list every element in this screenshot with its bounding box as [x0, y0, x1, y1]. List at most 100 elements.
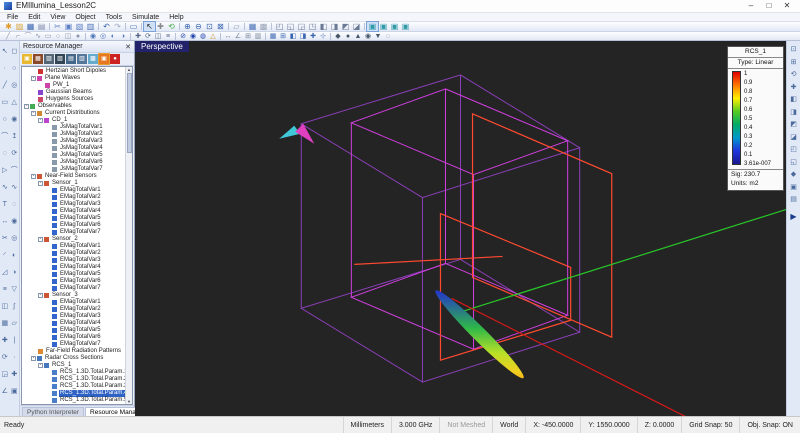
- tree-item[interactable]: EMagTotalVar5: [22, 271, 124, 278]
- tree-item[interactable]: EMagTotalVar6: [22, 222, 124, 229]
- orbit-icon[interactable]: ⟲: [166, 22, 177, 31]
- paste-icon[interactable]: ▧: [74, 22, 85, 31]
- bottom-view-icon[interactable]: ◱: [790, 157, 797, 170]
- view-bottom-icon[interactable]: ◱: [285, 22, 296, 31]
- maximize-button[interactable]: □: [760, 0, 778, 12]
- mirror-icon[interactable]: ◫: [153, 32, 163, 41]
- subtract-icon[interactable]: ◎: [10, 230, 19, 247]
- tree-item[interactable]: EMagTotalVar4: [22, 208, 124, 215]
- sketch-text-icon[interactable]: T: [0, 196, 9, 213]
- view-front-icon[interactable]: ◧: [318, 22, 329, 31]
- tree-item[interactable]: EMagTotalVar3: [22, 313, 124, 320]
- tree-item[interactable]: RCS_1.3D.Total.Param.3: [22, 383, 127, 390]
- tree-item[interactable]: JsMagTotalVar1: [22, 124, 124, 131]
- create-line-icon[interactable]: ╱: [3, 32, 13, 41]
- create-spline-icon[interactable]: ∿: [33, 32, 43, 41]
- window-layout3-icon[interactable]: ▣: [389, 22, 400, 31]
- tree-item[interactable]: - Current Distributions: [22, 110, 124, 117]
- previous-view-icon[interactable]: ▱: [231, 22, 242, 31]
- zoom-region-icon[interactable]: ⊞: [791, 57, 797, 70]
- tree-expander[interactable]: -: [38, 293, 43, 298]
- color-icon[interactable]: ●: [343, 32, 353, 41]
- scene-3d[interactable]: [135, 41, 786, 416]
- measure-icon[interactable]: ∠: [0, 383, 9, 400]
- tree-expander[interactable]: -: [31, 356, 36, 361]
- shell-icon[interactable]: ◌: [10, 196, 19, 213]
- physics-icon[interactable]: ▧: [55, 54, 65, 64]
- tree-item[interactable]: JsMagTotalVar6: [22, 159, 124, 166]
- tree-item[interactable]: JsMagTotalVar2: [22, 131, 124, 138]
- sketch-arc-icon[interactable]: ⌒: [0, 128, 9, 145]
- zoom-window-icon[interactable]: ⊡: [204, 22, 215, 31]
- mirror2-icon[interactable]: ◫: [0, 298, 9, 315]
- tree-item[interactable]: PW_1: [22, 82, 124, 89]
- scene-icon[interactable]: ▼: [373, 32, 383, 41]
- sketch-polygon-icon[interactable]: ▷: [0, 162, 9, 179]
- plane-icon[interactable]: ▱: [10, 315, 19, 332]
- pan-view-icon[interactable]: ✚: [791, 82, 797, 95]
- tree-item[interactable]: EMagTotalVar6: [22, 278, 124, 285]
- trim-icon[interactable]: ✂: [0, 230, 9, 247]
- axis-icon[interactable]: |: [10, 332, 19, 349]
- viewport[interactable]: Perspective RCS_1 Type: Linear 1 0.9 0.8…: [135, 41, 786, 416]
- view-iso2-icon[interactable]: ◪: [351, 22, 362, 31]
- tree-item[interactable]: EMagTotalVar6: [22, 334, 124, 341]
- tree-scrollbar[interactable]: ▲ ▼: [125, 67, 132, 404]
- resource-manager-header[interactable]: Resource Manager ✕: [20, 41, 134, 53]
- sensors-icon[interactable]: ▥: [77, 54, 87, 64]
- light-icon[interactable]: ▲: [353, 32, 363, 41]
- tree-item[interactable]: EMagTotalVar1: [22, 299, 124, 306]
- undo-icon[interactable]: ↶: [101, 22, 112, 31]
- scroll-down-icon[interactable]: ▼: [127, 399, 131, 404]
- helix-icon[interactable]: ∫: [10, 298, 19, 315]
- revolve-icon[interactable]: ⟳: [10, 145, 19, 162]
- sources-icon[interactable]: ▤: [66, 54, 76, 64]
- highlight-icon[interactable]: ◍: [198, 32, 208, 41]
- tree-item[interactable]: Far-Field Radiation Patterns: [22, 348, 124, 355]
- scripts-icon[interactable]: ▣: [98, 53, 110, 65]
- tree-item[interactable]: - RCS_1: [22, 362, 124, 369]
- menu-help[interactable]: Help: [164, 13, 188, 22]
- tree-item[interactable]: EMagTotalVar7: [22, 341, 124, 348]
- menu-object[interactable]: Object: [70, 13, 100, 22]
- view-top-icon[interactable]: ◰: [274, 22, 285, 31]
- measure-angle-icon[interactable]: ∠: [233, 32, 243, 41]
- copy-icon[interactable]: ▣: [63, 22, 74, 31]
- split-icon[interactable]: ◑: [10, 264, 19, 281]
- tree-item[interactable]: EMagTotalVar4: [22, 264, 124, 271]
- tree-item[interactable]: - Sensor_3: [22, 292, 124, 299]
- sketch-rect-icon[interactable]: ▭: [0, 94, 9, 111]
- solid-cone-icon[interactable]: △: [10, 94, 19, 111]
- sketch-circle-icon[interactable]: ○: [0, 111, 9, 128]
- zoom-out-icon[interactable]: ⊖: [193, 22, 204, 31]
- tree-item[interactable]: JsMagTotalVar7: [22, 166, 124, 173]
- tree-item[interactable]: RCS_1.3D.Total.Param.1: [22, 369, 127, 376]
- solid-box-icon[interactable]: ◻: [10, 43, 19, 60]
- delete-icon[interactable]: ▥: [85, 22, 96, 31]
- zoom-in-icon[interactable]: ⊕: [182, 22, 193, 31]
- warning-icon[interactable]: △: [208, 32, 218, 41]
- view-label[interactable]: Perspective: [135, 41, 189, 52]
- solid-cylinder-icon[interactable]: ◎: [10, 77, 19, 94]
- tree-item[interactable]: - Plane Waves: [22, 75, 124, 82]
- sweep-icon[interactable]: ∿: [10, 179, 19, 196]
- ruler-icon[interactable]: ▥: [253, 32, 263, 41]
- view-left-icon[interactable]: ◲: [296, 22, 307, 31]
- full-screen-icon[interactable]: ▭: [128, 22, 139, 31]
- menu-tools[interactable]: Tools: [101, 13, 127, 22]
- select-icon[interactable]: ↖: [143, 21, 156, 32]
- create-circle-icon[interactable]: ○: [53, 32, 63, 41]
- sketch-point-icon[interactable]: ·: [0, 60, 9, 77]
- tree-expander[interactable]: -: [31, 174, 36, 179]
- sketch-ellipse-icon[interactable]: ◌: [0, 145, 9, 162]
- create-sphere-icon[interactable]: ●: [73, 32, 83, 41]
- project-icon[interactable]: ▽: [10, 281, 19, 298]
- mesh-view-icon[interactable]: ⊞: [278, 32, 288, 41]
- tree-item[interactable]: - Sensor_2: [22, 236, 124, 243]
- offset-icon[interactable]: ≡: [0, 281, 9, 298]
- tree-item[interactable]: EMagTotalVar7: [22, 229, 124, 236]
- cut-plane-icon[interactable]: ◨: [298, 32, 308, 41]
- mesh-icon[interactable]: ▩: [258, 22, 269, 31]
- back-view-icon[interactable]: ◨: [790, 107, 797, 120]
- close-button[interactable]: ✕: [778, 0, 796, 12]
